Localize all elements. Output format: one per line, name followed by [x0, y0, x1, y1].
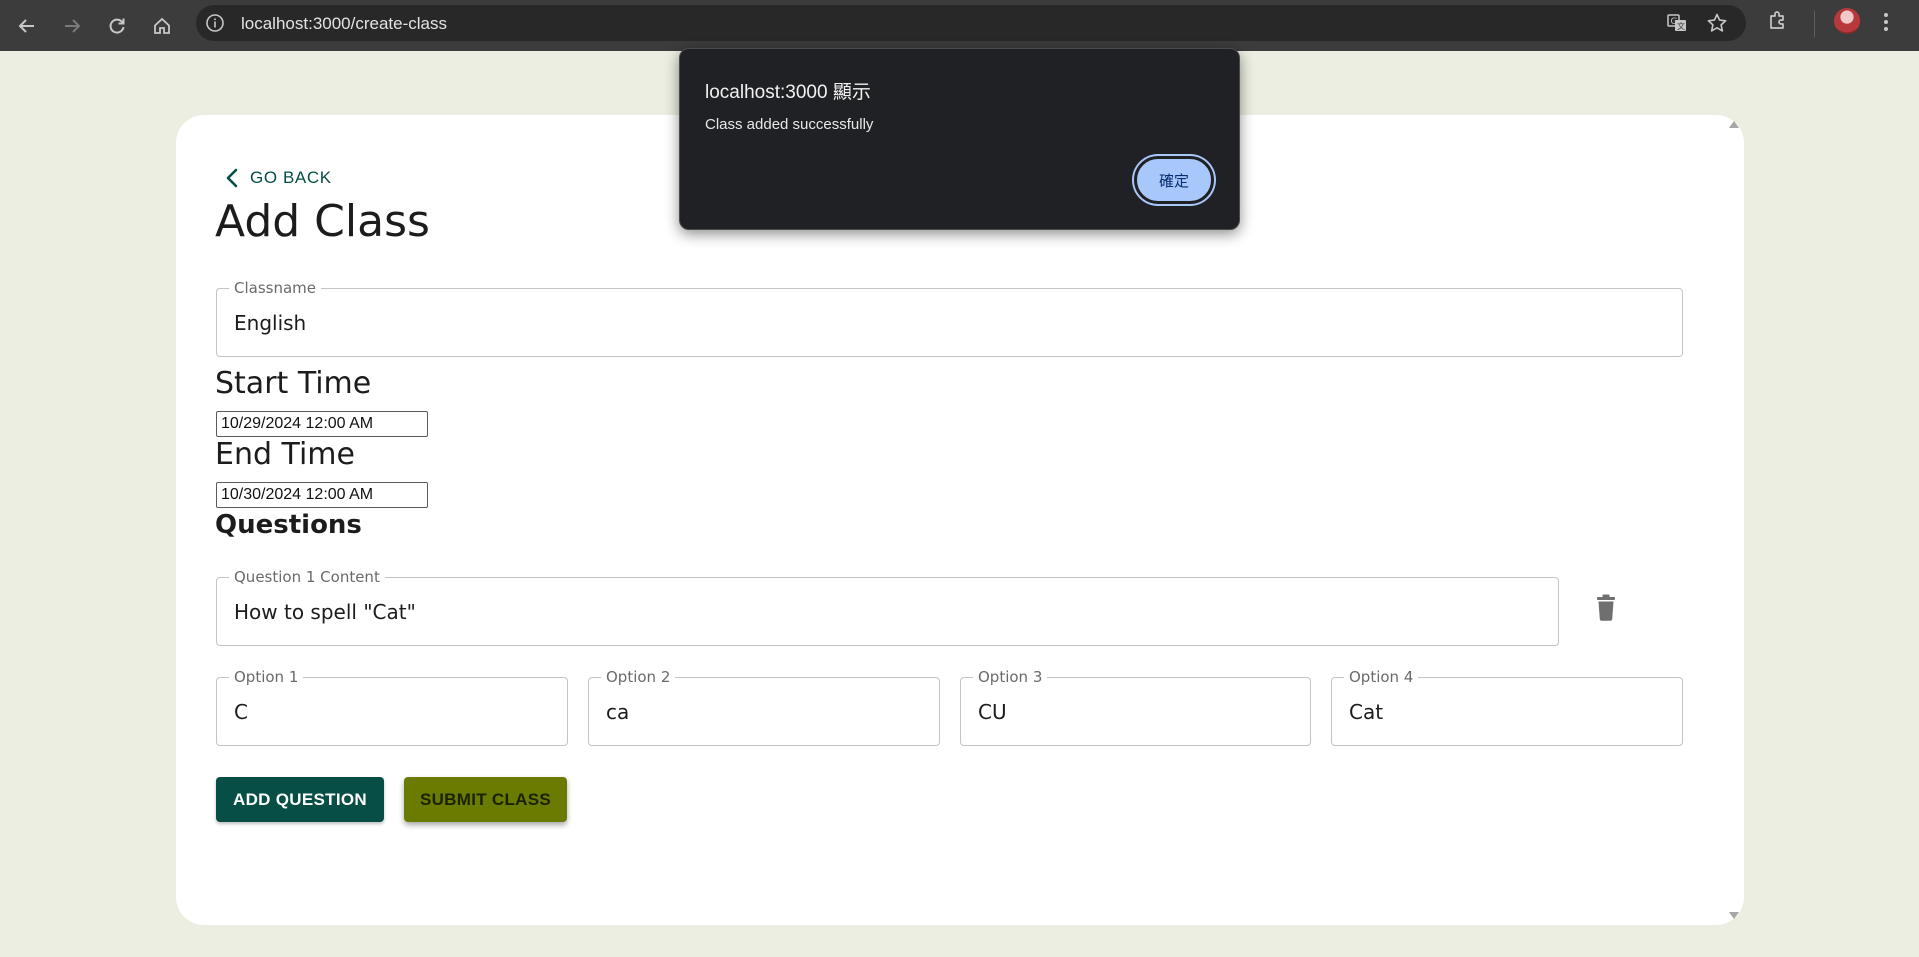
home-icon[interactable]: [145, 9, 179, 43]
extensions-icon[interactable]: [1766, 9, 1790, 37]
dialog-ok-button[interactable]: 確定: [1134, 156, 1214, 204]
end-time-input[interactable]: 10/30/2024 12:00 AM: [216, 482, 428, 508]
svg-text:文: 文: [1677, 21, 1685, 31]
scroll-down-arrow[interactable]: [1729, 912, 1739, 919]
start-time-heading: Start Time: [215, 366, 372, 401]
bookmark-star-icon[interactable]: [1706, 12, 1728, 38]
option-1-field[interactable]: Option 1 C: [216, 668, 568, 746]
alert-dialog: localhost:3000 顯示 Class added successful…: [679, 48, 1240, 230]
classname-input[interactable]: English: [234, 289, 1672, 356]
site-info-icon[interactable]: [205, 13, 225, 37]
option-2-input[interactable]: ca: [606, 678, 929, 745]
question-content-input[interactable]: How to spell "Cat": [234, 578, 1548, 645]
reload-icon[interactable]: [100, 9, 134, 43]
option-3-field[interactable]: Option 3 CU: [960, 668, 1311, 746]
option-4-input[interactable]: Cat: [1349, 678, 1672, 745]
trash-icon: [1597, 594, 1615, 621]
profile-avatar[interactable]: [1834, 8, 1860, 34]
forward-icon[interactable]: [55, 9, 89, 43]
back-icon[interactable]: [10, 9, 44, 43]
page-title: Add Class: [215, 196, 430, 247]
translate-icon[interactable]: G文: [1666, 12, 1688, 38]
end-time-heading: End Time: [215, 437, 355, 472]
dialog-title: localhost:3000 顯示: [705, 82, 871, 103]
more-menu-icon[interactable]: [1882, 10, 1890, 38]
option-4-field[interactable]: Option 4 Cat: [1331, 668, 1683, 746]
questions-heading: Questions: [215, 510, 362, 540]
go-back-label: GO BACK: [250, 168, 332, 187]
address-bar[interactable]: localhost:3000/create-class G文: [196, 5, 1746, 41]
url-text[interactable]: localhost:3000/create-class: [241, 14, 447, 34]
dialog-message: Class added successfully: [705, 116, 874, 133]
chevron-left-icon: [226, 168, 238, 188]
option-1-input[interactable]: C: [234, 678, 557, 745]
start-time-input[interactable]: 10/29/2024 12:00 AM: [216, 411, 428, 437]
submit-class-button[interactable]: SUBMIT CLASS: [404, 777, 567, 822]
classname-field[interactable]: Classname English: [216, 279, 1683, 357]
go-back-button[interactable]: GO BACK: [224, 163, 332, 193]
question-content-field[interactable]: Question 1 Content How to spell "Cat": [216, 568, 1559, 646]
card-scrollbar[interactable]: [1724, 115, 1744, 925]
scroll-up-arrow[interactable]: [1729, 121, 1739, 128]
toolbar-divider: [1814, 11, 1815, 37]
option-3-input[interactable]: CU: [978, 678, 1300, 745]
browser-toolbar: localhost:3000/create-class G文: [0, 0, 1919, 51]
delete-question-button[interactable]: [1594, 593, 1618, 621]
add-question-button[interactable]: ADD QUESTION: [216, 777, 384, 822]
option-2-field[interactable]: Option 2 ca: [588, 668, 940, 746]
